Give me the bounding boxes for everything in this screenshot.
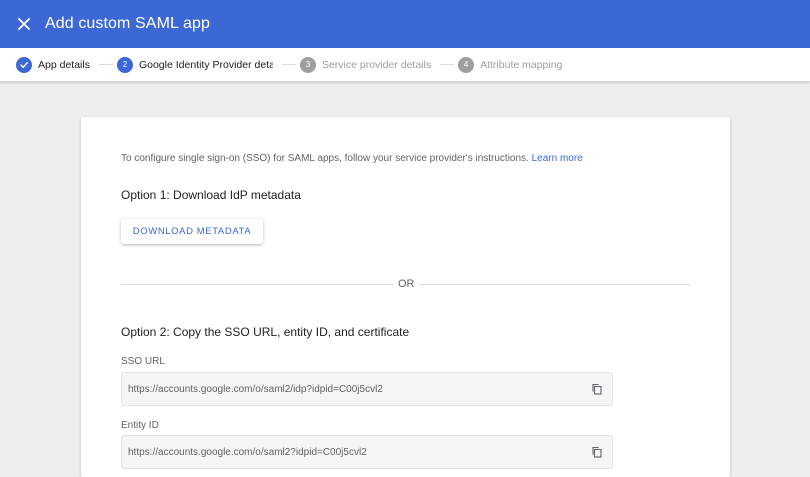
or-separator: OR <box>398 278 415 290</box>
step-app-details[interactable]: App details <box>16 56 90 73</box>
step-number: 3 <box>299 56 316 73</box>
option1-title: Option 1: Download IdP metadata <box>121 188 301 202</box>
step-service-provider-details[interactable]: 3 Service provider details <box>299 56 432 73</box>
intro-text: To configure single sign-on (SSO) for SA… <box>121 153 583 164</box>
sso-url-value[interactable]: https://accounts.google.com/o/saml2/idp?… <box>128 384 590 395</box>
entity-id-label: Entity ID <box>121 420 159 431</box>
close-icon <box>18 18 30 30</box>
learn-more-link[interactable]: Learn more <box>532 153 583 164</box>
check-icon <box>16 56 32 73</box>
download-metadata-button[interactable]: DOWNLOAD METADATA <box>121 219 263 244</box>
step-number: 4 <box>458 56 475 73</box>
step-connector <box>281 64 296 65</box>
step-label: Google Identity Provider details <box>138 58 273 71</box>
stepper: App details 2 Google Identity Provider d… <box>0 48 810 82</box>
step-label: Attribute mapping <box>480 58 563 71</box>
divider-left <box>121 284 393 285</box>
entity-id-value[interactable]: https://accounts.google.com/o/saml2?idpi… <box>128 447 590 458</box>
step-connector <box>440 64 455 65</box>
step-connector <box>98 64 113 65</box>
option2-title: Option 2: Copy the SSO URL, entity ID, a… <box>121 325 410 339</box>
page-title: Add custom SAML app <box>45 15 210 32</box>
step-idp-details[interactable]: 2 Google Identity Provider details <box>116 56 273 73</box>
step-number: 2 <box>116 56 133 73</box>
idp-details-card: To configure single sign-on (SSO) for SA… <box>81 117 730 477</box>
sso-url-field[interactable]: https://accounts.google.com/o/saml2/idp?… <box>121 372 613 406</box>
divider-right <box>419 284 691 285</box>
step-label: Service provider details <box>321 58 432 71</box>
sso-url-label: SSO URL <box>121 356 165 367</box>
copy-icon[interactable] <box>590 382 604 396</box>
close-button[interactable] <box>14 14 34 34</box>
step-label: App details <box>38 58 90 71</box>
step-attribute-mapping[interactable]: 4 Attribute mapping <box>458 56 563 73</box>
intro-text-body: To configure single sign-on (SSO) for SA… <box>121 153 529 164</box>
copy-icon[interactable] <box>590 445 604 459</box>
app-header: Add custom SAML app <box>0 0 810 48</box>
